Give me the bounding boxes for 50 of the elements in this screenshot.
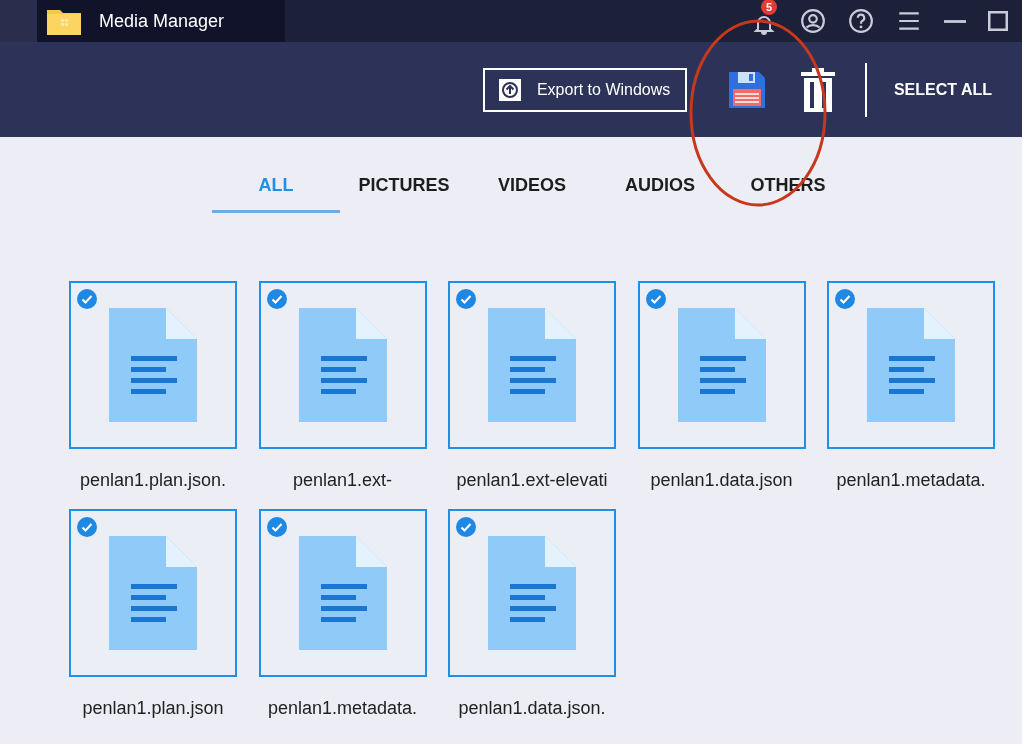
file-name: penlan1.plan.json (81, 697, 225, 720)
file-tile[interactable] (448, 509, 616, 677)
document-icon (677, 308, 766, 422)
select-all-button[interactable]: SELECT ALL (893, 77, 992, 102)
file-name: penlan1.plan.json. (78, 469, 228, 492)
upload-icon (498, 78, 521, 101)
checkmark-icon[interactable] (266, 289, 287, 309)
category-tab[interactable]: AUDIOS (596, 161, 724, 213)
window-title: Media Manager (99, 9, 225, 33)
file-name: penlan1.ext- (291, 469, 394, 492)
file-name: penlan1.metadata. (266, 697, 419, 720)
help-icon[interactable] (848, 8, 874, 34)
file-tile[interactable] (637, 281, 806, 449)
bell-icon[interactable] (752, 16, 776, 36)
checkmark-icon[interactable] (645, 289, 666, 309)
file-tile[interactable] (69, 509, 237, 677)
maximize-icon[interactable] (988, 11, 1008, 31)
checkmark-icon[interactable] (835, 289, 855, 309)
document-icon (867, 308, 955, 422)
file-name: penlan1.metadata. (835, 469, 987, 492)
file-tile[interactable] (258, 281, 427, 449)
file-tile[interactable] (258, 509, 427, 677)
file-name: penlan1.data.json (649, 469, 794, 492)
file-tile[interactable] (69, 281, 237, 449)
category-tab[interactable]: PICTURES (340, 161, 468, 213)
minimize-icon[interactable] (944, 19, 966, 23)
category-tab[interactable]: VIDEOS (468, 161, 596, 213)
file-name: penlan1.data.json. (457, 697, 607, 720)
notification-badge: 5 (761, 0, 777, 15)
document-icon (109, 536, 197, 650)
file-tile[interactable] (448, 281, 616, 449)
save-icon[interactable] (726, 69, 767, 110)
checkmark-icon[interactable] (77, 289, 97, 309)
app-tab[interactable]: Media Manager (37, 0, 285, 42)
side-strip (0, 0, 37, 42)
folder-icon (47, 7, 81, 35)
file-name: penlan1.ext-elevati (455, 469, 609, 492)
document-icon (109, 308, 197, 422)
document-icon (298, 536, 387, 650)
checkmark-icon[interactable] (456, 289, 476, 309)
user-circle-icon[interactable] (800, 8, 826, 34)
checkmark-icon[interactable] (266, 517, 287, 537)
document-icon (298, 308, 387, 422)
checkmark-icon[interactable] (77, 517, 97, 537)
checkmark-icon[interactable] (456, 517, 476, 537)
trash-icon[interactable] (800, 67, 835, 112)
document-icon (488, 308, 576, 422)
file-tile[interactable] (827, 281, 995, 449)
export-button[interactable]: Export to Windows (482, 67, 687, 112)
document-icon (488, 536, 576, 650)
